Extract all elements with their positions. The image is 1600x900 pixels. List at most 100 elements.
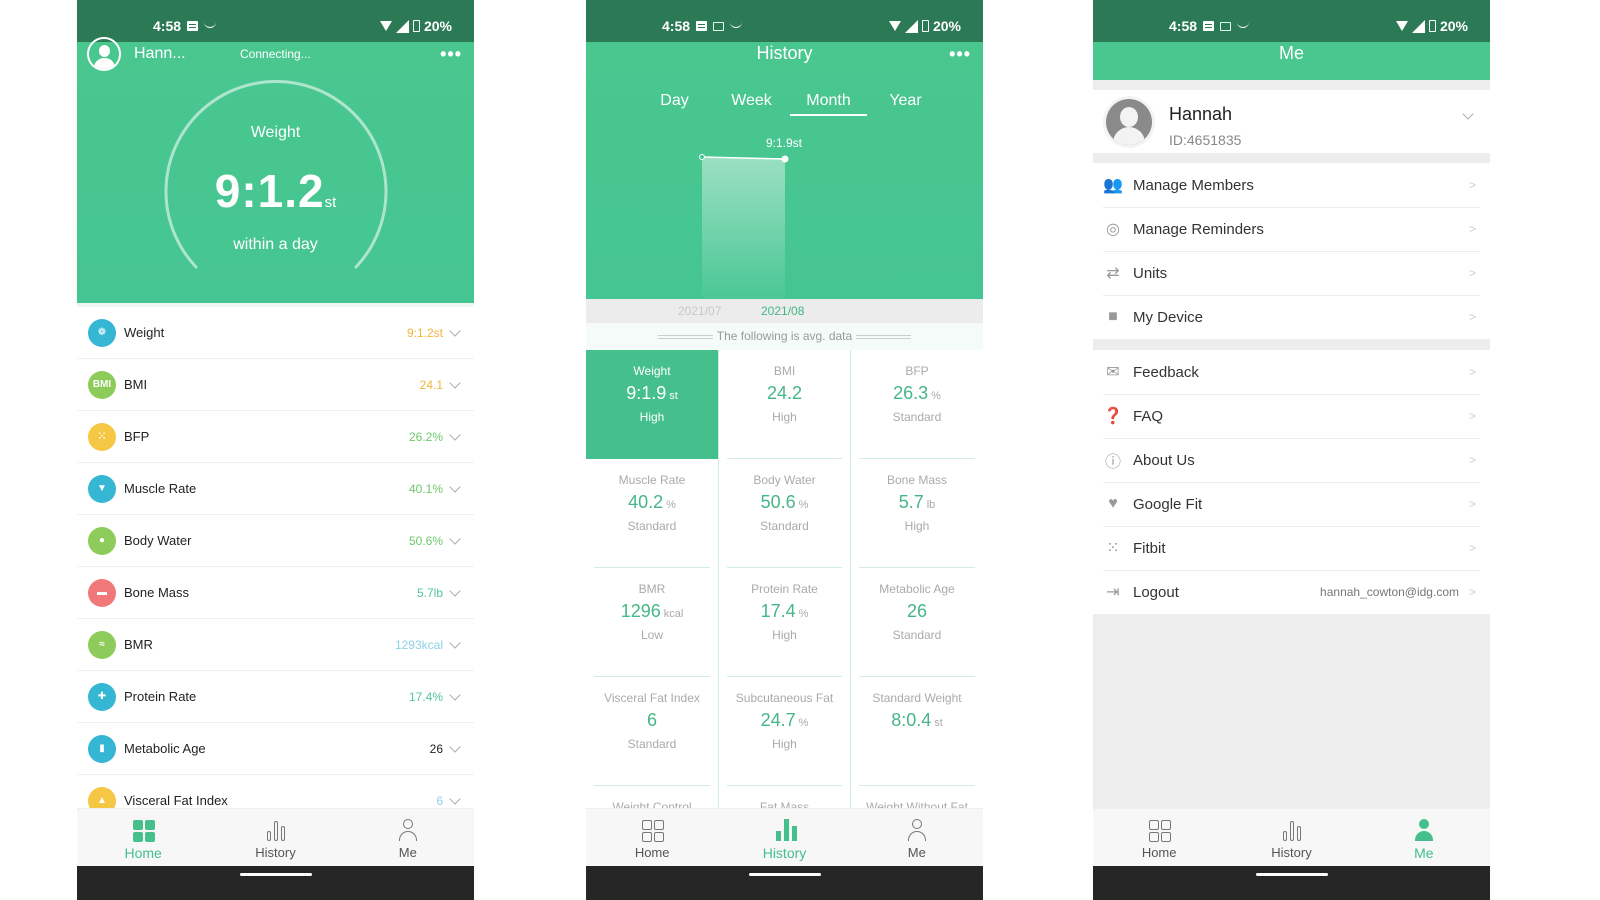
tab-period-week[interactable]: Week (713, 92, 790, 116)
bottom-tab-bar: Home History Me (586, 808, 983, 866)
chevron-right-icon: > (1468, 178, 1476, 192)
metric-value: 1293kcal (394, 637, 443, 652)
tab-history[interactable]: History (718, 809, 850, 866)
date-prev[interactable]: 2021/07 (678, 304, 721, 318)
chevron-down-icon[interactable] (1462, 108, 1474, 120)
metric-list: ❁ Weight 9:1.2st BMI BMI 24.1 ⁙ BFP 26.2% ▼ Muscle… (77, 303, 474, 826)
tab-history[interactable]: History (209, 809, 341, 866)
menu-item-manage-members[interactable]: 👥 Manage Members > (1093, 163, 1490, 207)
metric-row-bmi[interactable]: BMI BMI 24.1 (77, 358, 474, 410)
chart-point-prev[interactable] (699, 154, 705, 160)
chevron-down-icon[interactable] (449, 584, 461, 597)
menu-group-support: ✉ Feedback > ❓ FAQ > ⓘ About Us > ♥ Google Fit > ⁙ Fi… (1093, 350, 1490, 614)
menu-item-feedback[interactable]: ✉ Feedback > (1093, 350, 1490, 394)
person-icon (395, 817, 421, 843)
menu-item-fitbit[interactable]: ⁙ Fitbit > (1093, 526, 1490, 570)
tab-home[interactable]: Home (1093, 809, 1225, 866)
tab-me[interactable]: Me (851, 809, 983, 866)
avatar[interactable] (1103, 96, 1155, 148)
metric-row-bmr[interactable]: ≈ BMR 1293kcal (77, 618, 474, 670)
card-title: Standard Weight (872, 691, 962, 705)
tab-me[interactable]: Me (1358, 809, 1490, 866)
menu-item-faq[interactable]: ❓ FAQ > (1093, 394, 1490, 438)
tab-period-month[interactable]: Month (790, 92, 867, 116)
menu-item-units[interactable]: ⇄ Units > (1093, 251, 1490, 295)
card-title: BFP (905, 364, 929, 378)
chevron-down-icon[interactable] (449, 740, 461, 753)
metric-card-subcutaneous-fat[interactable]: Subcutaneous Fat 24.7% High (718, 677, 851, 786)
chevron-down-icon[interactable] (449, 636, 461, 649)
tab-me[interactable]: Me (342, 809, 474, 866)
metric-card-bone-mass[interactable]: Bone Mass 5.7 lb High (851, 459, 983, 568)
chevron-down-icon[interactable] (449, 428, 461, 441)
hero-value: 9:1.2st (77, 164, 474, 218)
more-dots-icon[interactable]: ••• (440, 44, 462, 65)
metric-card-body-water[interactable]: Body Water 50.6% Standard (718, 459, 851, 568)
chevron-down-icon[interactable] (449, 792, 461, 805)
weight-hero: Hann... Connecting... ••• Weight 9:1.2st… (77, 37, 474, 303)
card-status: Standard (892, 410, 942, 424)
menu-item-about-us[interactable]: ⓘ About Us > (1093, 438, 1490, 482)
chevron-down-icon[interactable] (449, 324, 461, 337)
metric-value: 5.7lb (416, 585, 443, 600)
metric-card-muscle-rate[interactable]: Muscle Rate 40.2% Standard (586, 459, 718, 568)
menu-item-manage-reminders[interactable]: ◎ Manage Reminders > (1093, 207, 1490, 251)
metric-row-weight[interactable]: ❁ Weight 9:1.2st (77, 303, 474, 358)
home-gesture-handle[interactable] (239, 873, 312, 876)
user-name[interactable]: Hann... (134, 45, 186, 63)
tab-period-year[interactable]: Year (867, 92, 944, 116)
me-screen: 4:58 20% Me Hannah ID:4651835 👥 Manage Me… (1093, 0, 1490, 900)
profile-card[interactable]: Hannah ID:4651835 (1093, 90, 1490, 153)
chevron-right-icon: > (1468, 409, 1476, 423)
question-icon: ❓ (1103, 408, 1123, 425)
tab-history[interactable]: History (1225, 809, 1357, 866)
chevron-down-icon[interactable] (449, 480, 461, 493)
chart-point-current[interactable] (781, 155, 789, 163)
metric-row-muscle-rate[interactable]: ▼ Muscle Rate 40.1% (77, 462, 474, 514)
card-status: High (772, 737, 797, 751)
metric-card-standard-weight[interactable]: Standard Weight 8:0.4 st (851, 677, 983, 786)
menu-item-my-device[interactable]: ■ My Device > (1093, 295, 1490, 339)
metric-card-protein-rate[interactable]: Protein Rate 17.4% High (718, 568, 851, 677)
card-value-number: 26.3 (893, 383, 929, 403)
card-status: High (904, 519, 930, 533)
status-bar: 4:58 20% (77, 0, 474, 42)
more-dots-icon[interactable]: ••• (949, 44, 971, 65)
tab-history-label: History (1271, 845, 1312, 860)
date-current[interactable]: 2021/08 (761, 304, 804, 318)
menu-item-google-fit[interactable]: ♥ Google Fit > (1093, 482, 1490, 526)
metric-card-weight[interactable]: Weight 9:1.9 st High (586, 350, 718, 459)
metric-card-bmr[interactable]: BMR 1296 kcal Low (586, 568, 718, 677)
menu-item-label: Manage Reminders (1133, 220, 1264, 238)
avatar[interactable] (87, 37, 121, 71)
tab-home[interactable]: Home (586, 809, 718, 866)
metric-row-protein-rate[interactable]: ✚ Protein Rate 17.4% (77, 670, 474, 722)
card-title: Bone Mass (886, 473, 948, 487)
menu-item-label: Google Fit (1133, 495, 1203, 513)
metric-card-visceral-fat-index[interactable]: Visceral Fat Index 6 Standard (586, 677, 718, 786)
tab-period-day[interactable]: Day (636, 92, 713, 116)
protein-icon: ✚ (88, 682, 116, 711)
divider (657, 334, 713, 339)
card-value-number: 6 (646, 710, 657, 730)
card-value-number: 26 (906, 601, 928, 621)
metric-row-bfp[interactable]: ⁙ BFP 26.2% (77, 410, 474, 462)
metric-row-metabolic-age[interactable]: ▮ Metabolic Age 26 (77, 722, 474, 774)
metric-card-bfp[interactable]: BFP 26.3% Standard (851, 350, 983, 459)
metric-row-bone-mass[interactable]: ▬ Bone Mass 5.7lb (77, 566, 474, 618)
metric-card-bmi[interactable]: BMI 24.2 High (718, 350, 851, 459)
menu-item-logout[interactable]: ⇥ Logout hannah_cowton@idg.com > (1093, 570, 1490, 614)
tab-home[interactable]: Home (77, 809, 209, 866)
metric-card-metabolic-age[interactable]: Metabolic Age 26 Standard (851, 568, 983, 677)
home-gesture-handle[interactable] (748, 873, 821, 876)
menu-item-label: Units (1133, 264, 1168, 282)
card-value-number: 8:0.4 (891, 710, 932, 730)
chevron-down-icon[interactable] (449, 376, 461, 389)
chevron-down-icon[interactable] (449, 532, 461, 545)
hero-subtitle: within a day (233, 236, 318, 253)
chevron-down-icon[interactable] (449, 688, 461, 701)
me-body: Hannah ID:4651835 👥 Manage Members > ◎ Manag… (1093, 80, 1490, 900)
system-nav-bar (586, 866, 983, 900)
metric-row-body-water[interactable]: ● Body Water 50.6% (77, 514, 474, 566)
home-gesture-handle[interactable] (1255, 873, 1328, 876)
